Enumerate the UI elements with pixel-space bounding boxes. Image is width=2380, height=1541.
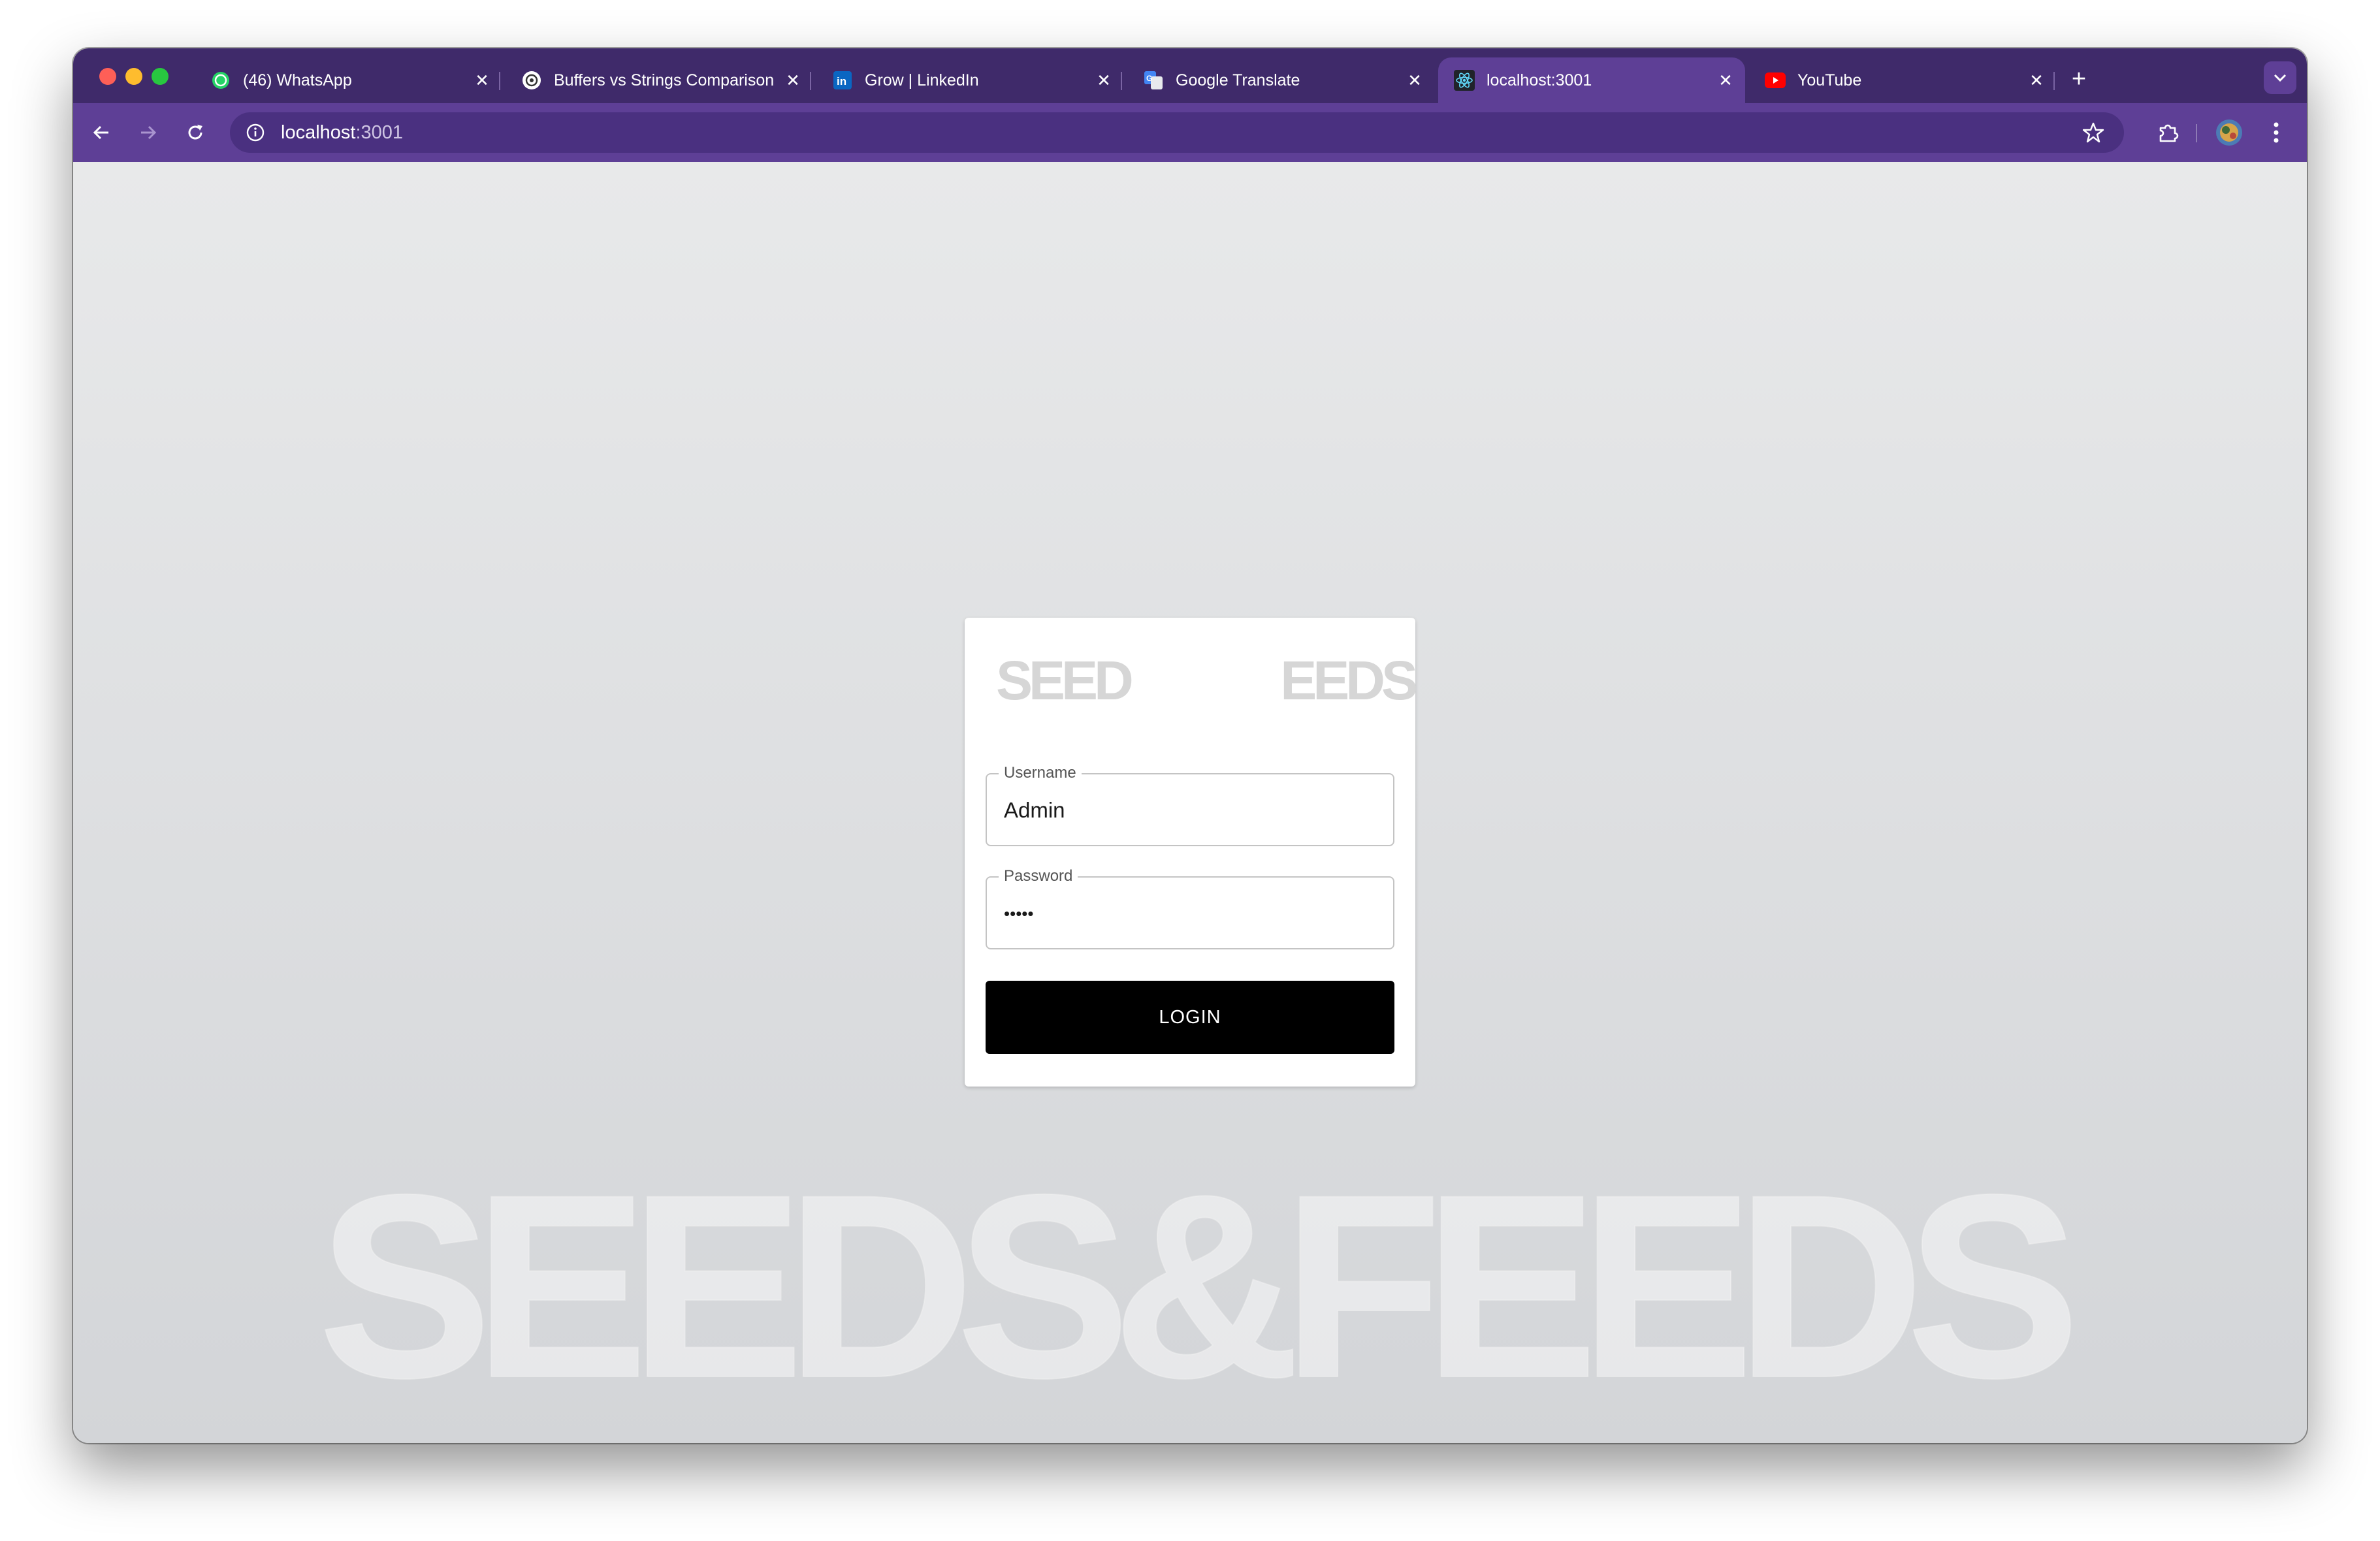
username-field[interactable]: Username Admin xyxy=(986,764,1394,846)
tab-title: YouTube xyxy=(1797,71,1862,89)
tab-title: Grow | LinkedIn xyxy=(865,71,979,89)
close-icon[interactable]: ✕ xyxy=(469,71,495,91)
close-icon[interactable]: ✕ xyxy=(1402,71,1428,91)
svg-text:in: in xyxy=(837,75,846,87)
chevron-down-icon xyxy=(2274,74,2287,82)
forward-button[interactable] xyxy=(132,116,165,149)
username-label: Username xyxy=(999,764,1082,782)
browser-window: (46) WhatsApp ✕ Buffers vs Strings Compa… xyxy=(73,48,2307,1443)
background-watermark: SEEDS&FEEDS xyxy=(317,1141,2093,1416)
avatar-icon xyxy=(2216,119,2242,146)
reload-button[interactable] xyxy=(179,116,212,149)
password-label: Password xyxy=(999,867,1078,885)
username-input[interactable]: Admin xyxy=(1004,798,1065,823)
tab-title: localhost:3001 xyxy=(1487,71,1592,89)
tab-title: Buffers vs Strings Comparison xyxy=(554,71,775,89)
new-tab-button[interactable]: + xyxy=(2063,63,2095,95)
tab-search-button[interactable] xyxy=(2264,61,2296,94)
close-icon[interactable]: ✕ xyxy=(1091,71,1117,91)
tab-linkedin[interactable]: in Grow | LinkedIn ✕ xyxy=(816,57,1123,103)
tab-youtube[interactable]: YouTube ✕ xyxy=(1749,57,2056,103)
extensions-button[interactable] xyxy=(2151,116,2184,149)
arrow-right-icon xyxy=(141,125,157,140)
tab-divider xyxy=(810,72,811,90)
tab-divider xyxy=(2053,72,2055,90)
react-icon xyxy=(1454,70,1475,91)
site-info-icon[interactable] xyxy=(244,121,266,144)
tab-whatsapp[interactable]: (46) WhatsApp ✕ xyxy=(195,57,502,103)
tab-title: Google Translate xyxy=(1176,71,1300,89)
tab-title: (46) WhatsApp xyxy=(243,71,352,89)
url-text: localhost:3001 xyxy=(281,122,403,144)
close-icon[interactable]: ✕ xyxy=(2023,71,2050,91)
url-host: localhost xyxy=(281,121,356,143)
password-field[interactable]: Password ••••• xyxy=(986,867,1394,949)
tab-strip: (46) WhatsApp ✕ Buffers vs Strings Compa… xyxy=(73,48,2307,103)
page-content: SEEDS&FEEDS SEED EEDS Username Admin Pas… xyxy=(73,162,2307,1443)
tab-google-translate[interactable]: G Google Translate ✕ xyxy=(1127,57,1434,103)
back-button[interactable] xyxy=(85,116,118,149)
more-vertical-icon xyxy=(2274,122,2279,143)
tab-buffers-vs-strings[interactable]: Buffers vs Strings Comparison ✕ xyxy=(506,57,812,103)
svg-text:G: G xyxy=(1146,74,1152,83)
browser-menu-button[interactable] xyxy=(2260,116,2292,149)
toolbar-divider xyxy=(2196,124,2197,142)
google-translate-icon: G xyxy=(1143,70,1164,91)
url-port: :3001 xyxy=(355,121,404,143)
puzzle-icon xyxy=(2159,124,2179,142)
close-window-button[interactable] xyxy=(99,68,116,85)
arrow-left-icon xyxy=(93,125,108,140)
browser-toolbar: localhost:3001 xyxy=(73,103,2307,162)
fullscreen-window-button[interactable] xyxy=(152,68,169,85)
whatsapp-icon xyxy=(210,70,231,91)
address-bar[interactable]: localhost:3001 xyxy=(230,112,2124,153)
tab-divider xyxy=(499,72,500,90)
minimize-window-button[interactable] xyxy=(125,68,142,85)
tab-divider xyxy=(1121,72,1122,90)
tab-localhost[interactable]: localhost:3001 ✕ xyxy=(1438,57,1745,103)
login-button[interactable]: LOGIN xyxy=(986,981,1394,1054)
reload-icon xyxy=(188,125,202,140)
logo-left-text: SEED xyxy=(996,650,1134,711)
password-input[interactable]: ••••• xyxy=(1004,904,1034,924)
openai-icon xyxy=(521,70,542,91)
bookmark-star-icon[interactable] xyxy=(2082,121,2104,144)
close-icon[interactable]: ✕ xyxy=(1713,71,1739,91)
login-card: SEED EEDS Username Admin Password ••••• … xyxy=(965,618,1418,1087)
watermark-text: SEEDS&FEEDS xyxy=(318,1141,2074,1416)
profile-avatar[interactable] xyxy=(2213,116,2245,149)
close-icon[interactable]: ✕ xyxy=(780,71,806,91)
linkedin-icon: in xyxy=(832,70,853,91)
logo-right-text: EEDS xyxy=(1280,650,1418,711)
youtube-icon xyxy=(1765,70,1786,91)
brand-logo: SEED EEDS xyxy=(996,649,1418,714)
